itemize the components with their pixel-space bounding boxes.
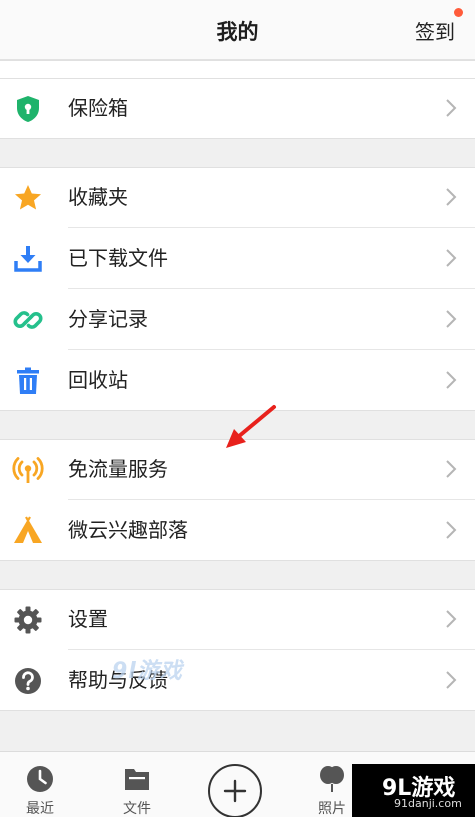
trash-icon [12,365,44,397]
tab-recent[interactable]: 最近 [10,752,70,817]
menu-item-label: 微云兴趣部落 [68,518,188,542]
notification-dot [454,8,463,17]
chevron-right-icon [445,248,457,268]
menu-item-favorites[interactable]: 收藏夹 [0,167,475,228]
menu-item-safe[interactable]: 保险箱 [0,78,475,139]
chevron-right-icon [445,370,457,390]
checkin-button[interactable]: 签到 [415,16,455,45]
watermark-text: 9l游戏 [112,659,183,684]
menu-item-downloads[interactable]: 已下载文件 [0,228,475,289]
link-icon [12,304,44,336]
star-icon [12,182,44,214]
menu-item-label: 分享记录 [68,307,148,331]
clock-icon [25,764,55,794]
tent-icon [12,515,44,547]
chevron-right-icon [445,309,457,329]
chevron-right-icon [445,459,457,479]
annotation-arrow-icon [226,405,276,448]
chevron-right-icon [445,98,457,118]
menu-item-label: 免流量服务 [68,457,168,481]
top-bar: 我的 签到 [0,0,475,60]
menu-item-interest-tribe[interactable]: 微云兴趣部落 [0,500,475,561]
menu-item-label: 回收站 [68,368,128,392]
page-title: 我的 [216,20,259,44]
folder-icon [122,764,152,794]
help-icon [12,665,44,697]
watermark-badge-sub: 91danji.com [394,797,462,810]
menu-item-label: 保险箱 [68,96,128,120]
menu-item-help-feedback[interactable]: 帮助与反馈 [0,650,475,711]
signal-tower-icon [12,454,44,486]
menu-item-recycle-bin[interactable]: 回收站 [0,350,475,411]
menu-item-share-history[interactable]: 分享记录 [0,289,475,350]
tab-files[interactable]: 文件 [107,752,167,817]
collapsed-section [0,60,475,80]
plus-icon [223,779,247,803]
gear-icon [12,604,44,636]
menu-item-label: 已下载文件 [68,246,168,270]
menu-item-label: 收藏夹 [68,185,128,209]
chevron-right-icon [445,187,457,207]
tab-label: 文件 [123,801,151,817]
download-icon [12,243,44,275]
menu-item-settings[interactable]: 设置 [0,589,475,650]
chevron-right-icon [445,520,457,540]
chevron-right-icon [445,670,457,690]
chevron-right-icon [445,609,457,629]
shield-icon [12,93,44,125]
add-button[interactable] [208,764,262,817]
menu-item-label: 设置 [68,607,108,631]
tab-label: 最近 [26,801,54,817]
watermark-badge: 9L游戏 91danji.com [352,764,475,817]
balloon-icon [317,764,347,794]
